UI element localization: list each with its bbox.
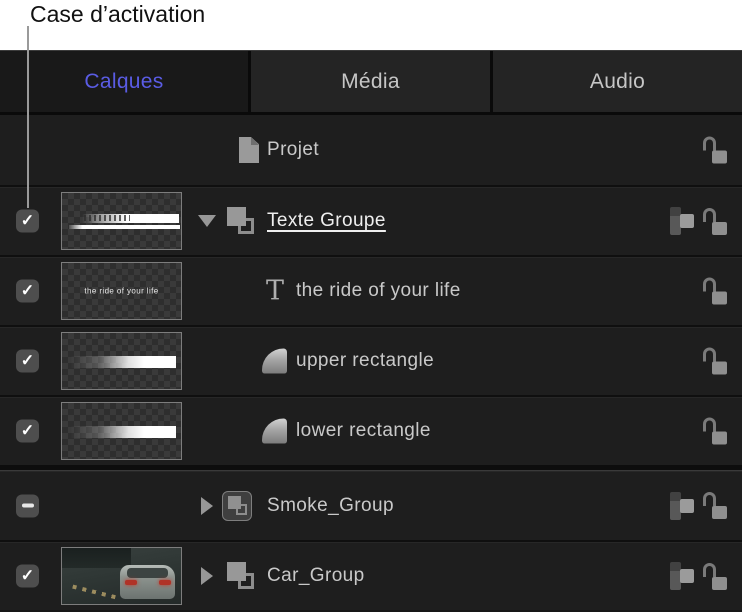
thumbnail[interactable]	[61, 547, 182, 605]
row-label[interactable]: the ride of your life	[296, 280, 461, 302]
layers-panel: Calques Média Audio Projet ✓ Texte Group…	[0, 50, 742, 612]
activation-checkbox-mixed[interactable]	[16, 494, 39, 517]
motion-layers-panel-screenshot: Case d’activation Calques Média Audio Pr…	[0, 0, 742, 612]
activation-checkbox[interactable]: ✓	[16, 420, 39, 443]
thumbnail[interactable]	[61, 402, 182, 460]
activation-checkbox[interactable]: ✓	[16, 280, 39, 303]
shape-icon	[262, 419, 287, 444]
lock-open-icon[interactable]	[703, 137, 727, 164]
thumbnail[interactable]	[61, 332, 182, 390]
callout-label: Case d’activation	[30, 0, 205, 28]
lock-open-icon[interactable]	[703, 492, 727, 519]
row-smoke-group[interactable]: Smoke_Group	[0, 470, 742, 540]
disclosure-triangle-icon[interactable]	[197, 215, 217, 227]
row-lower-rectangle[interactable]: ✓ lower rectangle	[0, 395, 742, 465]
shape-icon	[262, 349, 287, 374]
lock-open-icon[interactable]	[703, 348, 727, 375]
row-upper-rectangle[interactable]: ✓ upper rectangle	[0, 325, 742, 395]
layers-icon[interactable]	[670, 492, 696, 520]
document-icon	[239, 137, 259, 163]
layers-icon[interactable]	[670, 207, 696, 235]
callout-pointer-line	[27, 26, 29, 208]
row-label[interactable]: Texte Groupe	[267, 210, 386, 232]
tab-bar: Calques Média Audio	[0, 50, 742, 115]
row-label[interactable]: Car_Group	[267, 565, 365, 587]
row-projet[interactable]: Projet	[0, 115, 742, 185]
row-label[interactable]: upper rectangle	[296, 350, 434, 372]
text-icon: T	[262, 278, 288, 305]
layers-icon[interactable]	[670, 562, 696, 590]
tab-audio[interactable]: Audio	[490, 51, 742, 112]
group-icon	[227, 207, 255, 235]
row-label[interactable]: Smoke_Group	[267, 495, 394, 517]
lock-open-icon[interactable]	[703, 563, 727, 590]
disclosure-triangle-icon[interactable]	[197, 567, 217, 585]
tab-calques[interactable]: Calques	[0, 51, 248, 112]
activation-checkbox[interactable]: ✓	[16, 350, 39, 373]
lock-open-icon[interactable]	[703, 278, 727, 305]
group-icon	[222, 491, 252, 521]
row-texte-groupe[interactable]: ✓ Texte Groupe	[0, 185, 742, 255]
row-label[interactable]: lower rectangle	[296, 420, 431, 442]
tab-media[interactable]: Média	[248, 51, 490, 112]
activation-checkbox[interactable]: ✓	[16, 210, 39, 233]
row-car-group[interactable]: ✓ Car_Group	[0, 540, 742, 610]
thumbnail[interactable]: the ride of your life	[61, 262, 182, 320]
group-icon	[227, 562, 255, 590]
lock-open-icon[interactable]	[703, 418, 727, 445]
lock-open-icon[interactable]	[703, 208, 727, 235]
activation-checkbox[interactable]: ✓	[16, 565, 39, 588]
thumbnail-text: the ride of your life	[62, 287, 181, 296]
thumbnail[interactable]	[61, 192, 182, 250]
row-label[interactable]: Projet	[267, 139, 319, 161]
row-text-layer[interactable]: ✓ the ride of your life T the ride of yo…	[0, 255, 742, 325]
disclosure-triangle-icon[interactable]	[197, 497, 217, 515]
